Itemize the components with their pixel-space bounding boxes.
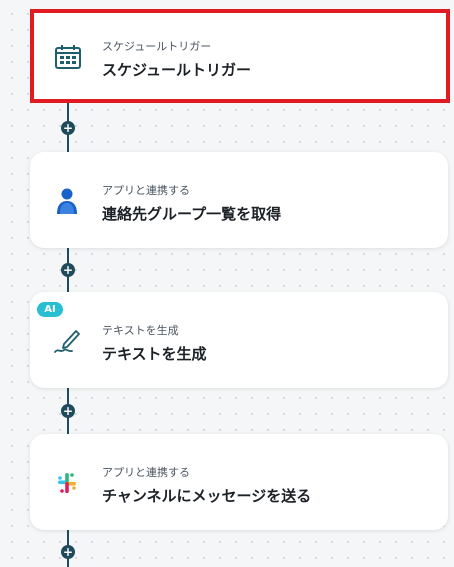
slack-icon [52, 468, 82, 498]
add-step-button[interactable]: + [61, 263, 75, 277]
calendar-clock-icon [53, 42, 83, 72]
flow-step-generate-text[interactable]: テキストを生成 テキストを生成 [30, 292, 448, 388]
pen-icon [52, 326, 82, 356]
flow-step-schedule-trigger[interactable]: スケジュールトリガー スケジュールトリガー [30, 9, 450, 103]
flow-step-send-channel-message[interactable]: アプリと連携する チャンネルにメッセージを送る [30, 434, 448, 530]
step-subtitle: スケジュールトリガー [102, 40, 212, 53]
flow-step-get-contact-groups[interactable]: アプリと連携する 連絡先グループ一覧を取得 [30, 152, 448, 248]
step-title: スケジュールトリガー [102, 61, 251, 79]
step-subtitle: アプリと連携する [102, 184, 190, 197]
contact-person-icon [52, 186, 82, 216]
step-subtitle: テキストを生成 [102, 324, 179, 337]
step-subtitle: アプリと連携する [102, 466, 190, 479]
add-step-button[interactable]: + [61, 545, 75, 559]
step-title: テキストを生成 [102, 345, 207, 363]
ai-badge: AI [37, 302, 63, 317]
step-title: 連絡先グループ一覧を取得 [102, 205, 282, 223]
add-step-button[interactable]: + [61, 121, 75, 135]
step-title: チャンネルにメッセージを送る [102, 487, 312, 505]
add-step-button[interactable]: + [61, 404, 75, 418]
